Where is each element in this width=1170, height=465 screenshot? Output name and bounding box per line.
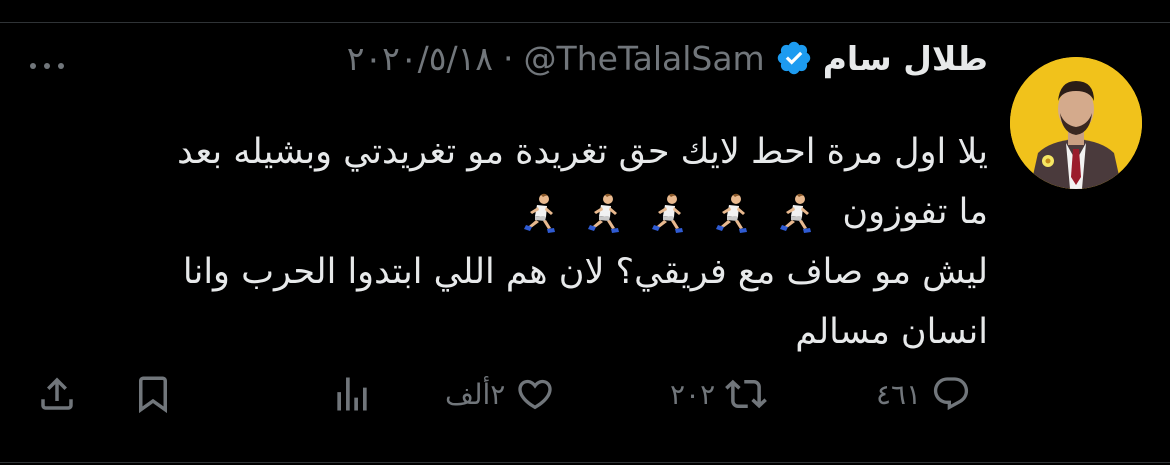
reply-button[interactable]: ٤٦١ bbox=[876, 370, 971, 418]
heart-icon bbox=[518, 379, 553, 410]
more-icon-dot bbox=[44, 63, 50, 69]
reply-icon bbox=[934, 377, 969, 411]
views-icon bbox=[337, 377, 367, 411]
tweet-text-line: انسان مسالم bbox=[795, 312, 988, 352]
like-count: ٢ألف bbox=[445, 377, 506, 411]
display-name[interactable]: طلال سام bbox=[823, 39, 988, 78]
tweet-text-line: يلا اول مرة احط لايك حق تغريدة مو تغريدت… bbox=[177, 132, 988, 172]
handle[interactable]: @TheTalalSam bbox=[524, 39, 765, 78]
runner-emoji-icon bbox=[652, 193, 684, 233]
bottom-divider bbox=[0, 462, 1170, 463]
tweet-text-line: ما تفوزون bbox=[842, 192, 988, 232]
bookmark-button[interactable] bbox=[132, 370, 174, 418]
action-bar: ٤٦١ ٢٠٢ ٢ألف bbox=[0, 370, 1170, 418]
bookmark-icon bbox=[139, 376, 167, 414]
runner-emojis bbox=[517, 191, 817, 235]
runner-emoji-icon bbox=[524, 193, 556, 233]
tweet-text-line: ليش مو صاف مع فريقي؟ لان هم اللي ابتدوا … bbox=[182, 252, 988, 292]
verified-badge-icon bbox=[777, 41, 810, 75]
share-button[interactable] bbox=[36, 370, 78, 418]
retweet-count: ٢٠٢ bbox=[670, 377, 716, 411]
views-button[interactable] bbox=[330, 370, 374, 418]
runner-emoji-icon bbox=[780, 193, 812, 233]
separator-dot: · bbox=[503, 38, 514, 78]
reply-count: ٤٦١ bbox=[876, 377, 922, 411]
share-icon bbox=[41, 377, 73, 410]
like-button[interactable]: ٢ألف bbox=[445, 370, 555, 418]
retweet-icon bbox=[725, 379, 768, 409]
avatar[interactable] bbox=[1010, 57, 1142, 189]
tweet-date[interactable]: ٢٠٢٠/٥/١٨ bbox=[347, 39, 493, 78]
runner-emoji-icon bbox=[716, 193, 748, 233]
tweet-text: يلا اول مرة احط لايك حق تغريدة مو تغريدت… bbox=[28, 122, 988, 362]
more-icon-dot bbox=[58, 63, 64, 69]
more-icon bbox=[30, 63, 36, 69]
tweet-header: طلال سام @TheTalalSam · ٢٠٢٠/٥/١٨ bbox=[347, 34, 988, 82]
runner-emoji-icon bbox=[588, 193, 620, 233]
tweet-text-line-with-emoji: ما تفوزون bbox=[28, 182, 988, 242]
more-button[interactable] bbox=[30, 56, 64, 76]
retweet-button[interactable]: ٢٠٢ bbox=[670, 370, 768, 418]
